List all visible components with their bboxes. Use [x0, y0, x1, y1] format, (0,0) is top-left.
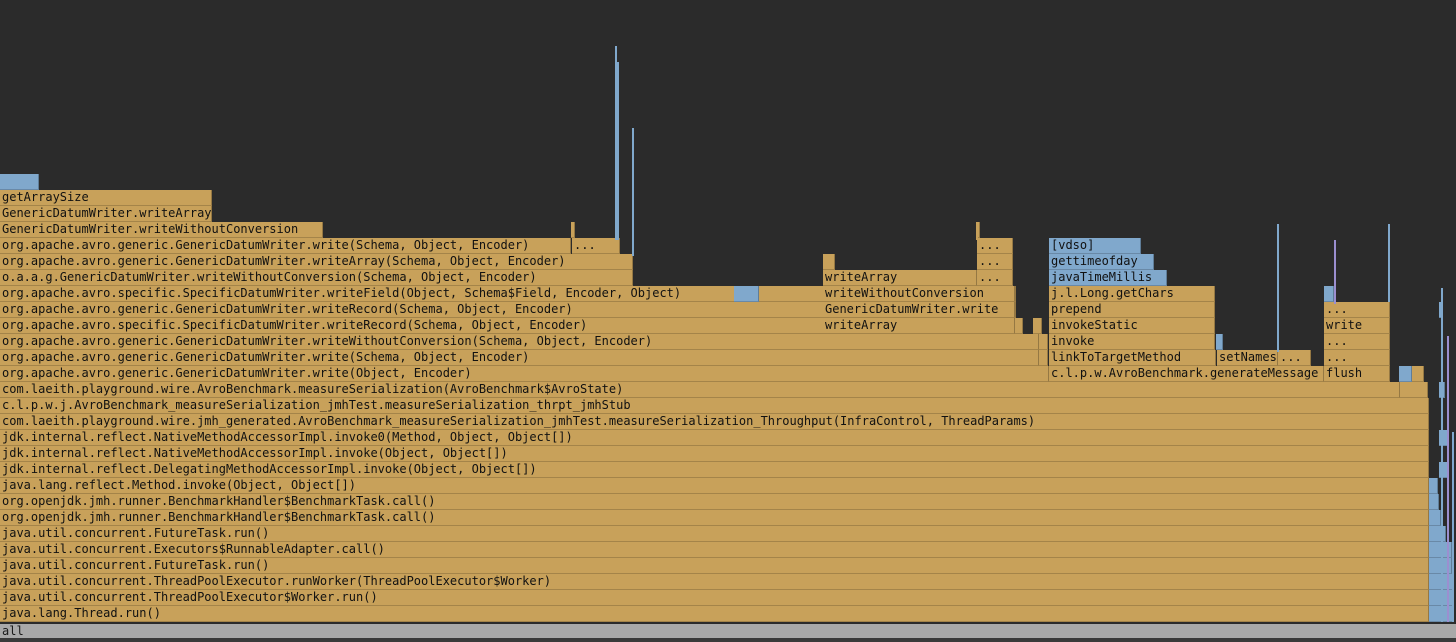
flame-frame[interactable]	[1324, 286, 1334, 302]
flame-frame[interactable]: GenericDatumWriter.write	[823, 302, 1015, 318]
flame-spike[interactable]	[1452, 432, 1454, 622]
root-underline	[0, 638, 1456, 642]
flame-spike[interactable]	[1388, 224, 1390, 302]
flame-spike[interactable]	[1277, 224, 1279, 352]
flame-frame[interactable]: org.openjdk.jmh.runner.BenchmarkHandler$…	[0, 494, 1429, 510]
flame-frame[interactable]: javaTimeMillis	[1049, 270, 1167, 286]
flame-frame[interactable]: org.apache.avro.generic.GenericDatumWrit…	[0, 334, 1039, 350]
flame-frame[interactable]: writeArray	[823, 270, 977, 286]
flame-spike[interactable]	[1441, 288, 1443, 622]
flame-frame[interactable]	[1429, 510, 1441, 526]
flame-spike[interactable]	[1447, 336, 1449, 622]
flame-frame[interactable]: ...	[572, 238, 620, 254]
flame-frame[interactable]	[1039, 334, 1048, 350]
flame-frame[interactable]: ...	[1324, 334, 1390, 350]
flame-frame[interactable]: jdk.internal.reflect.NativeMethodAccesso…	[0, 446, 1429, 462]
flame-spike[interactable]	[976, 222, 978, 240]
flame-spike[interactable]	[617, 62, 619, 240]
flame-frame[interactable]: GenericDatumWriter.writeArray	[0, 206, 212, 222]
flame-frame[interactable]: write	[1324, 318, 1390, 334]
flame-frame[interactable]: java.util.concurrent.Executors$RunnableA…	[0, 542, 1429, 558]
flame-frame[interactable]	[1033, 318, 1042, 334]
flame-frame[interactable]: [vdso]	[1049, 238, 1141, 254]
flame-frame[interactable]: ...	[977, 238, 1013, 254]
flame-frame[interactable]	[1216, 334, 1223, 350]
flame-frame[interactable]: ...	[1324, 302, 1390, 318]
flame-frame[interactable]: java.util.concurrent.FutureTask.run()	[0, 526, 1429, 542]
flame-frame[interactable]: invoke	[1049, 334, 1215, 350]
flame-frame[interactable]: java.lang.reflect.Method.invoke(Object, …	[0, 478, 1429, 494]
flame-frame[interactable]: jdk.internal.reflect.NativeMethodAccesso…	[0, 430, 1429, 446]
flame-frame[interactable]	[1412, 366, 1424, 382]
flame-frame[interactable]: org.apache.avro.generic.GenericDatumWrit…	[0, 350, 1039, 366]
flame-frame[interactable]: writeArray	[823, 318, 1015, 334]
flame-frame[interactable]	[1429, 494, 1439, 510]
flame-frame[interactable]: linkToTargetMethod	[1049, 350, 1216, 366]
flame-frame[interactable]: ...	[1324, 350, 1390, 366]
flame-frame[interactable]: jdk.internal.reflect.DelegatingMethodAcc…	[0, 462, 1429, 478]
flame-frame[interactable]: org.apache.avro.generic.GenericDatumWrit…	[0, 366, 1049, 382]
flame-frame[interactable]	[0, 174, 39, 190]
flame-frame[interactable]: java.lang.Thread.run()	[0, 606, 1429, 622]
flame-frame[interactable]	[1429, 526, 1446, 542]
flame-frame[interactable]	[1429, 478, 1438, 494]
flame-frame[interactable]: invokeStatic	[1049, 318, 1215, 334]
flame-frame[interactable]: org.apache.avro.generic.GenericDatumWrit…	[0, 238, 571, 254]
flame-frame[interactable]	[571, 222, 575, 238]
flame-frame[interactable]	[1399, 366, 1412, 382]
flame-frame[interactable]: com.laeith.playground.wire.AvroBenchmark…	[0, 382, 1400, 398]
flame-frame[interactable]: flush	[1324, 366, 1390, 382]
flame-frame[interactable]: org.openjdk.jmh.runner.BenchmarkHandler$…	[0, 510, 1429, 526]
flame-frame[interactable]	[823, 254, 835, 270]
flame-spike[interactable]	[632, 128, 634, 256]
flame-frame[interactable]: java.util.concurrent.ThreadPoolExecutor$…	[0, 590, 1429, 606]
flame-frame[interactable]: getArraySize	[0, 190, 212, 206]
flame-frame[interactable]: GenericDatumWriter.writeWithoutConversio…	[0, 222, 323, 238]
flame-frame[interactable]: setNames	[1217, 350, 1278, 366]
flame-frame[interactable]: java.util.concurrent.FutureTask.run()	[0, 558, 1429, 574]
flame-frame[interactable]: j.l.Long.getChars	[1049, 286, 1215, 302]
flame-frame[interactable]: ...	[1278, 350, 1311, 366]
flame-frame[interactable]: org.apache.avro.generic.GenericDatumWrit…	[0, 254, 633, 270]
flame-frame[interactable]: writeWithoutConversion	[823, 286, 1015, 302]
flame-frame-root[interactable]: all	[0, 624, 1456, 638]
flame-frame[interactable]: gettimeofday	[1049, 254, 1154, 270]
flame-frame[interactable]: prepend	[1049, 302, 1215, 318]
flame-frame[interactable]: ...	[977, 254, 1013, 270]
flame-frame[interactable]: com.laeith.playground.wire.jmh_generated…	[0, 414, 1429, 430]
flame-frame[interactable]: c.l.p.w.AvroBenchmark.generateMessage	[1049, 366, 1324, 382]
flame-frame[interactable]: c.l.p.w.j.AvroBenchmark_measureSerializa…	[0, 398, 1429, 414]
flame-frame[interactable]: java.util.concurrent.ThreadPoolExecutor.…	[0, 574, 1429, 590]
flame-frame[interactable]	[1400, 382, 1428, 398]
flame-frame[interactable]: ...	[977, 270, 1013, 286]
flame-spike[interactable]	[1334, 240, 1336, 304]
flame-frame[interactable]: o.a.a.g.GenericDatumWriter.writeWithoutC…	[0, 270, 633, 286]
flame-frame[interactable]	[1039, 350, 1048, 366]
flame-frame[interactable]	[734, 286, 759, 302]
flame-graph: java.lang.Thread.run() java.util.concurre…	[0, 0, 1456, 642]
